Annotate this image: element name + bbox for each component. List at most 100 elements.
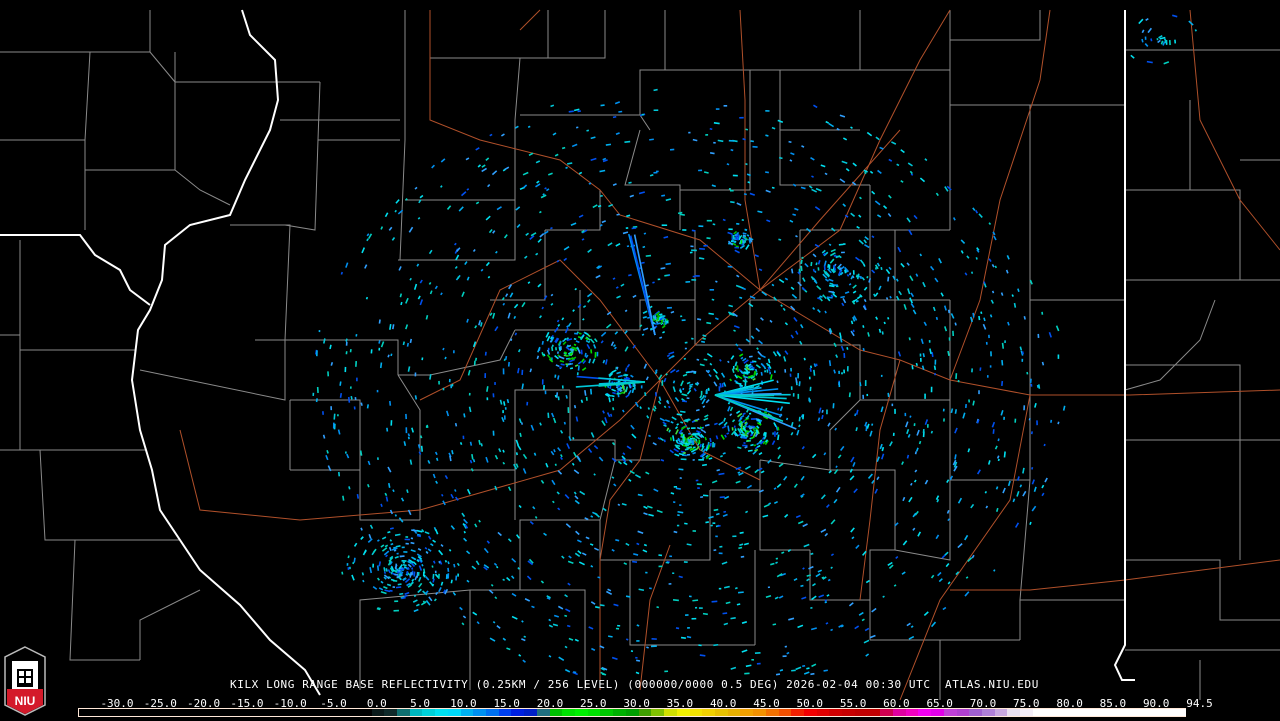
echo-pixel — [575, 365, 578, 366]
echo-pixel — [1147, 62, 1153, 63]
echo-pixel — [737, 368, 738, 372]
echo-pixel — [512, 576, 514, 579]
echo-pixel — [724, 418, 725, 422]
echo-pixel — [654, 406, 655, 409]
echo-pixel — [937, 499, 938, 502]
echo-pixel — [536, 516, 537, 518]
echo-pixel — [719, 473, 725, 474]
echo-pixel — [417, 531, 423, 532]
colorbar-segment — [677, 709, 690, 716]
echo-pixel — [611, 389, 615, 391]
echo-pixel — [606, 324, 610, 328]
echo-pixel — [715, 318, 718, 319]
echo-pixel — [888, 317, 889, 319]
echo-pixel — [915, 470, 917, 472]
echo-pixel — [819, 260, 820, 264]
county-line — [870, 185, 950, 230]
echo-pixel — [908, 163, 912, 166]
echo-pixel — [1146, 19, 1149, 21]
echo-pixel — [716, 436, 717, 440]
echo-pixel — [854, 489, 857, 493]
echo-pixel — [377, 609, 380, 610]
echo-pixel — [845, 270, 846, 274]
echo-pixel — [469, 370, 470, 375]
echo-pixel — [505, 235, 508, 238]
echo-pixel — [945, 552, 948, 555]
echo-pixel — [554, 616, 559, 617]
echo-pixel — [363, 580, 364, 582]
echo-pixel — [831, 629, 833, 630]
echo-pixel — [902, 572, 905, 574]
echo-pixel — [825, 311, 826, 313]
echo-pixel — [541, 480, 543, 483]
echo-pixel — [558, 606, 563, 609]
county-line — [1125, 300, 1215, 390]
echo-pixel — [595, 339, 597, 342]
echo-pixel — [1003, 343, 1004, 349]
echo-pixel — [594, 446, 597, 449]
echo-pixel — [947, 186, 951, 190]
echo-pixel — [654, 90, 658, 91]
radar-map[interactable] — [0, 0, 1280, 720]
echo-pixel — [865, 237, 869, 240]
echo-pixel — [508, 539, 511, 542]
echo-pixel — [963, 413, 965, 419]
echo-pixel — [620, 390, 623, 391]
echo-pixel — [968, 449, 969, 453]
echo-pixel — [708, 517, 713, 518]
echo-pixel — [558, 508, 560, 510]
echo-pixel — [847, 347, 848, 349]
colorbar-segment — [1135, 709, 1148, 716]
echo-pixel — [713, 224, 715, 225]
echo-pixel — [730, 414, 732, 416]
echo-pixel — [903, 497, 905, 501]
echo-pixel — [802, 666, 805, 667]
echo-pixel — [692, 371, 697, 372]
echo-pixel — [658, 438, 660, 439]
county-line — [630, 490, 710, 560]
echo-pixel — [340, 381, 341, 385]
echo-pixel — [650, 306, 652, 307]
echo-pixel — [389, 227, 391, 230]
echo-pixel — [775, 562, 777, 563]
colorbar-segment — [588, 709, 601, 716]
echo-pixel — [538, 347, 540, 352]
echo-pixel — [866, 581, 869, 583]
echo-pixel — [569, 639, 573, 641]
echo-pixel — [1030, 280, 1032, 284]
echo-pixel — [878, 263, 880, 266]
echo-pixel — [472, 468, 473, 471]
svg-text:NIU: NIU — [15, 694, 36, 708]
echo-pixel — [330, 345, 331, 349]
echo-pixel — [625, 347, 628, 352]
echo-pixel — [1023, 491, 1026, 496]
echo-pixel — [417, 535, 421, 536]
echo-pixel — [433, 540, 436, 542]
echo-pixel — [430, 250, 432, 254]
colorbar-segment — [982, 709, 995, 716]
echo-pixel — [730, 202, 734, 203]
echo-pixel — [704, 359, 708, 360]
echo-pixel — [575, 639, 578, 641]
echo-pixel — [527, 576, 531, 579]
county-line — [580, 300, 695, 330]
echo-pixel — [632, 228, 637, 229]
echo-pixel — [705, 522, 708, 523]
echo-pixel — [872, 424, 873, 426]
colorbar-segment — [664, 709, 677, 716]
echo-pixel — [679, 454, 684, 455]
echo-pixel — [474, 459, 475, 462]
echo-pixel — [995, 266, 996, 268]
county-line — [40, 450, 180, 540]
echo-pixel — [720, 360, 721, 362]
echo-pixel — [475, 524, 477, 527]
echo-pixel — [422, 446, 423, 452]
echo-pixel — [710, 363, 712, 365]
echo-pixel — [696, 446, 699, 449]
echo-pixel — [729, 402, 730, 404]
echo-pixel — [813, 105, 817, 107]
echo-pixel — [1001, 410, 1003, 415]
echo-pixel — [416, 604, 419, 605]
echo-pixel — [897, 279, 898, 282]
highway-line — [950, 10, 1050, 380]
